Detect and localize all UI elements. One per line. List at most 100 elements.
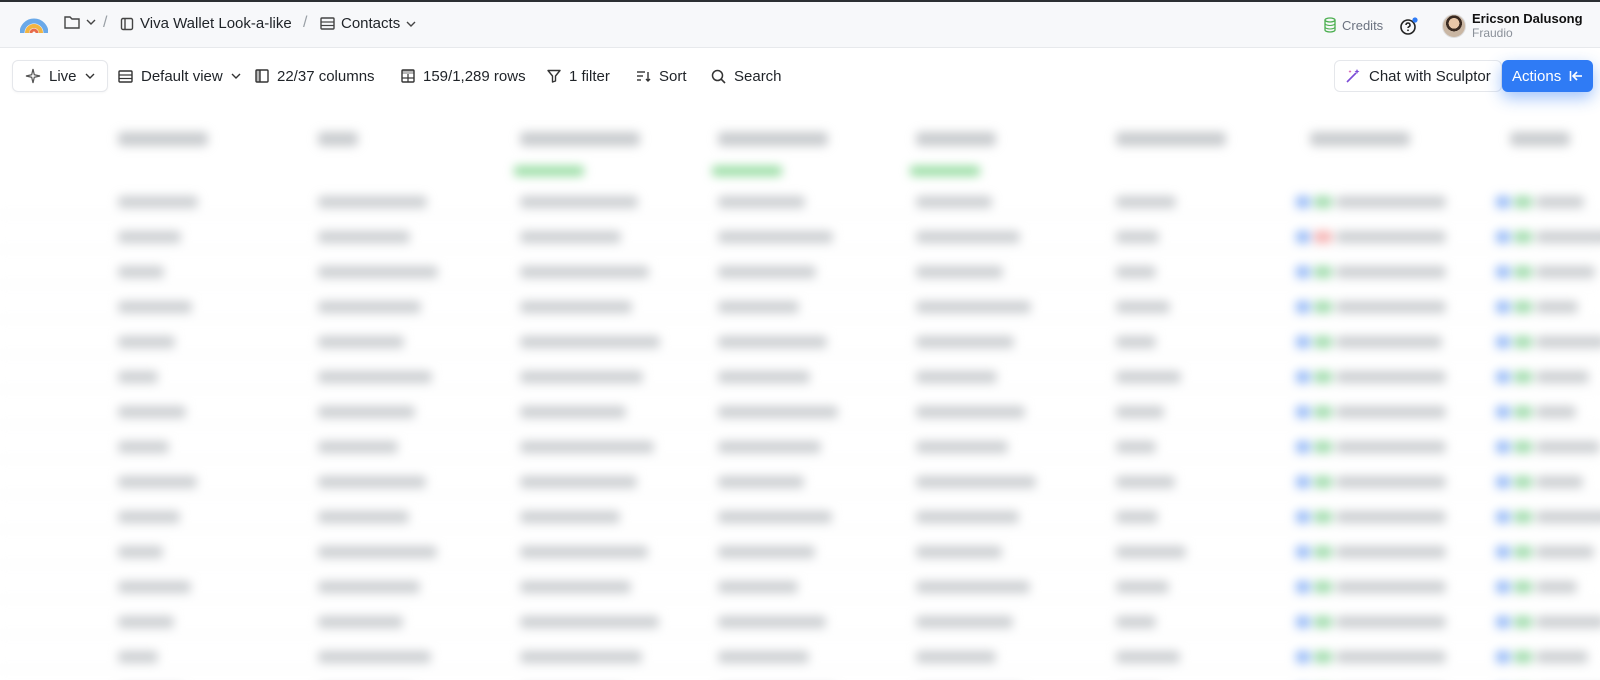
status-pill-placeholder: [1496, 336, 1510, 348]
cell-placeholder: [118, 266, 164, 278]
view-label: Default view: [141, 67, 223, 85]
cell-placeholder: [1536, 651, 1588, 663]
cell-placeholder: [118, 301, 192, 313]
row-divider: [0, 424, 1600, 425]
row-divider: [0, 529, 1600, 530]
help-icon[interactable]: [1399, 16, 1419, 36]
cell-placeholder: [318, 581, 420, 593]
cell-placeholder: [916, 336, 1014, 348]
cell-placeholder: [1336, 441, 1446, 453]
rainbow-logo-icon[interactable]: [19, 13, 49, 35]
search-button[interactable]: Search: [711, 60, 782, 92]
breadcrumb-project[interactable]: Viva Wallet Look-a-like: [120, 15, 292, 32]
chat-with-sculptor-button[interactable]: Chat with Sculptor: [1334, 60, 1502, 92]
collapse-left-icon: [1569, 70, 1583, 82]
status-pill-placeholder: [1496, 476, 1510, 488]
columns-button[interactable]: 22/37 columns: [255, 60, 375, 92]
cell-placeholder: [718, 371, 810, 383]
cell-placeholder: [718, 231, 833, 243]
rows-button[interactable]: 159/1,289 rows: [401, 60, 526, 92]
folder-icon: [64, 15, 80, 29]
cell-placeholder: [520, 301, 632, 313]
cell-placeholder: [118, 231, 181, 243]
status-pill-placeholder: [1514, 231, 1532, 243]
cell-placeholder: [1116, 231, 1159, 243]
filter-button[interactable]: 1 filter: [547, 60, 610, 92]
row-divider: [0, 599, 1600, 600]
cell-placeholder: [1336, 336, 1442, 348]
chevron-down-icon: [231, 72, 241, 80]
status-pill-placeholder: [1496, 651, 1510, 663]
cell-placeholder: [916, 231, 1020, 243]
cell-placeholder: [520, 406, 626, 418]
live-label: Live: [49, 67, 77, 85]
status-pill-placeholder: [1314, 406, 1332, 418]
folder-menu[interactable]: [64, 15, 96, 29]
status-pill-placeholder: [1296, 616, 1310, 628]
search-icon: [711, 69, 726, 84]
cell-placeholder: [916, 441, 1008, 453]
cell-placeholder: [1336, 406, 1446, 418]
cell-placeholder: [718, 511, 832, 523]
status-pill-placeholder: [1314, 616, 1332, 628]
cell-placeholder: [916, 196, 992, 208]
status-pill-placeholder: [1314, 231, 1332, 243]
column-tag-placeholder: [514, 166, 584, 176]
cell-placeholder: [520, 511, 620, 523]
cell-placeholder: [318, 546, 437, 558]
live-toggle[interactable]: Live: [12, 60, 108, 92]
cell-placeholder: [118, 651, 158, 663]
status-pill-placeholder: [1314, 441, 1332, 453]
rows-icon: [401, 69, 415, 83]
cell-placeholder: [1116, 441, 1156, 453]
cell-placeholder: [1536, 266, 1595, 278]
actions-label: Actions: [1512, 67, 1562, 85]
cell-placeholder: [718, 301, 799, 313]
cell-placeholder: [1116, 476, 1175, 488]
status-pill-placeholder: [1314, 476, 1332, 488]
status-pill-placeholder: [1514, 651, 1532, 663]
status-pill-placeholder: [1514, 371, 1532, 383]
cell-placeholder: [718, 336, 827, 348]
actions-button[interactable]: Actions: [1502, 60, 1594, 92]
cell-placeholder: [916, 476, 1036, 488]
cell-placeholder: [916, 301, 1031, 313]
cell-placeholder: [1336, 301, 1446, 313]
cell-placeholder: [520, 651, 642, 663]
cell-placeholder: [118, 371, 158, 383]
cell-placeholder: [118, 336, 175, 348]
chat-label: Chat with Sculptor: [1369, 67, 1491, 85]
status-pill-placeholder: [1496, 371, 1510, 383]
cell-placeholder: [1536, 196, 1584, 208]
status-pill-placeholder: [1496, 266, 1510, 278]
view-selector[interactable]: Default view: [118, 60, 241, 92]
status-pill-placeholder: [1496, 196, 1510, 208]
status-pill-placeholder: [1496, 441, 1510, 453]
chevron-down-icon: [406, 20, 416, 28]
status-pill-placeholder: [1314, 371, 1332, 383]
breadcrumb-table[interactable]: Contacts: [320, 15, 416, 32]
user-menu[interactable]: Ericson Dalusong Fraudio: [1442, 11, 1583, 41]
sort-button[interactable]: Sort: [636, 60, 687, 92]
row-divider: [0, 354, 1600, 355]
cell-placeholder: [916, 581, 1030, 593]
credits-button[interactable]: Credits: [1324, 17, 1383, 33]
row-divider: [0, 284, 1600, 285]
breadcrumb-separator: /: [103, 14, 108, 31]
cell-placeholder: [118, 616, 174, 628]
status-pill-placeholder: [1296, 406, 1310, 418]
cell-placeholder: [1116, 406, 1164, 418]
cell-placeholder: [1536, 546, 1594, 558]
cell-placeholder: [1336, 196, 1446, 208]
chevron-down-icon: [86, 18, 96, 26]
row-divider: [0, 564, 1600, 565]
cell-placeholder: [718, 581, 798, 593]
status-pill-placeholder: [1314, 581, 1332, 593]
status-pill-placeholder: [1496, 511, 1510, 523]
table-icon: [320, 17, 335, 30]
cell-placeholder: [520, 441, 654, 453]
row-divider: [0, 389, 1600, 390]
cell-placeholder: [718, 406, 838, 418]
sparkle-icon: [25, 68, 41, 84]
cell-placeholder: [718, 196, 805, 208]
